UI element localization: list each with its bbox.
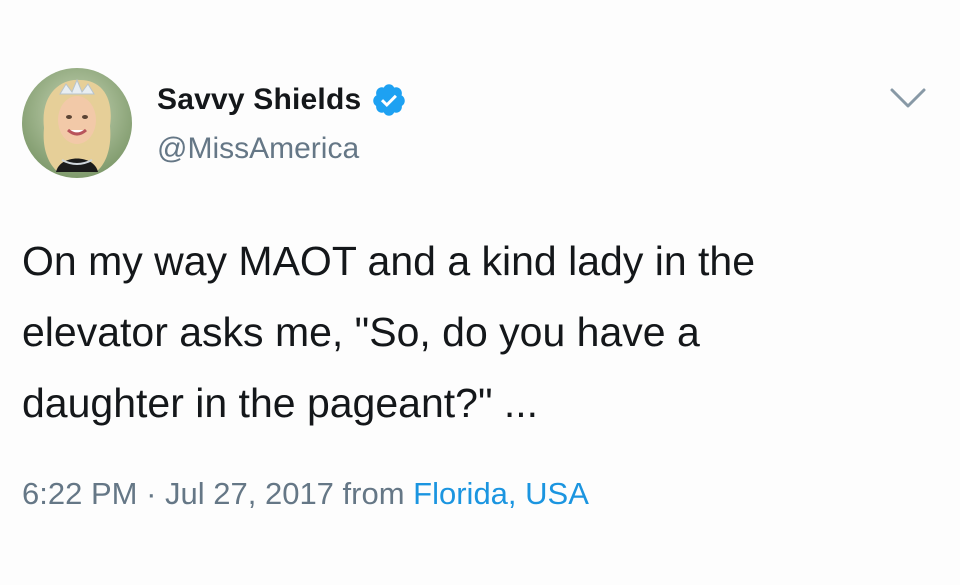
- tweet-date[interactable]: Jul 27, 2017: [165, 476, 334, 511]
- tweet-time[interactable]: 6:22 PM: [22, 476, 137, 511]
- tweet-card: Savvy Shields @MissAmerica On my way MAO…: [0, 0, 960, 585]
- user-handle[interactable]: @MissAmerica: [157, 132, 359, 166]
- tweet-text: On my way MAOT and a kind lady in the el…: [22, 238, 756, 426]
- author-name-row: Savvy Shields: [157, 80, 407, 120]
- tweet-location[interactable]: Florida, USA: [413, 476, 589, 511]
- chevron-down-icon[interactable]: [888, 84, 928, 112]
- from-label: from: [333, 476, 414, 511]
- tweet-meta: 6:22 PM · Jul 27, 2017 from Florida, USA: [22, 476, 589, 512]
- meta-separator: ·: [137, 476, 166, 511]
- display-name[interactable]: Savvy Shields: [157, 83, 361, 117]
- avatar[interactable]: [22, 68, 132, 178]
- avatar-image: [22, 68, 132, 178]
- verified-badge-icon: [371, 82, 407, 118]
